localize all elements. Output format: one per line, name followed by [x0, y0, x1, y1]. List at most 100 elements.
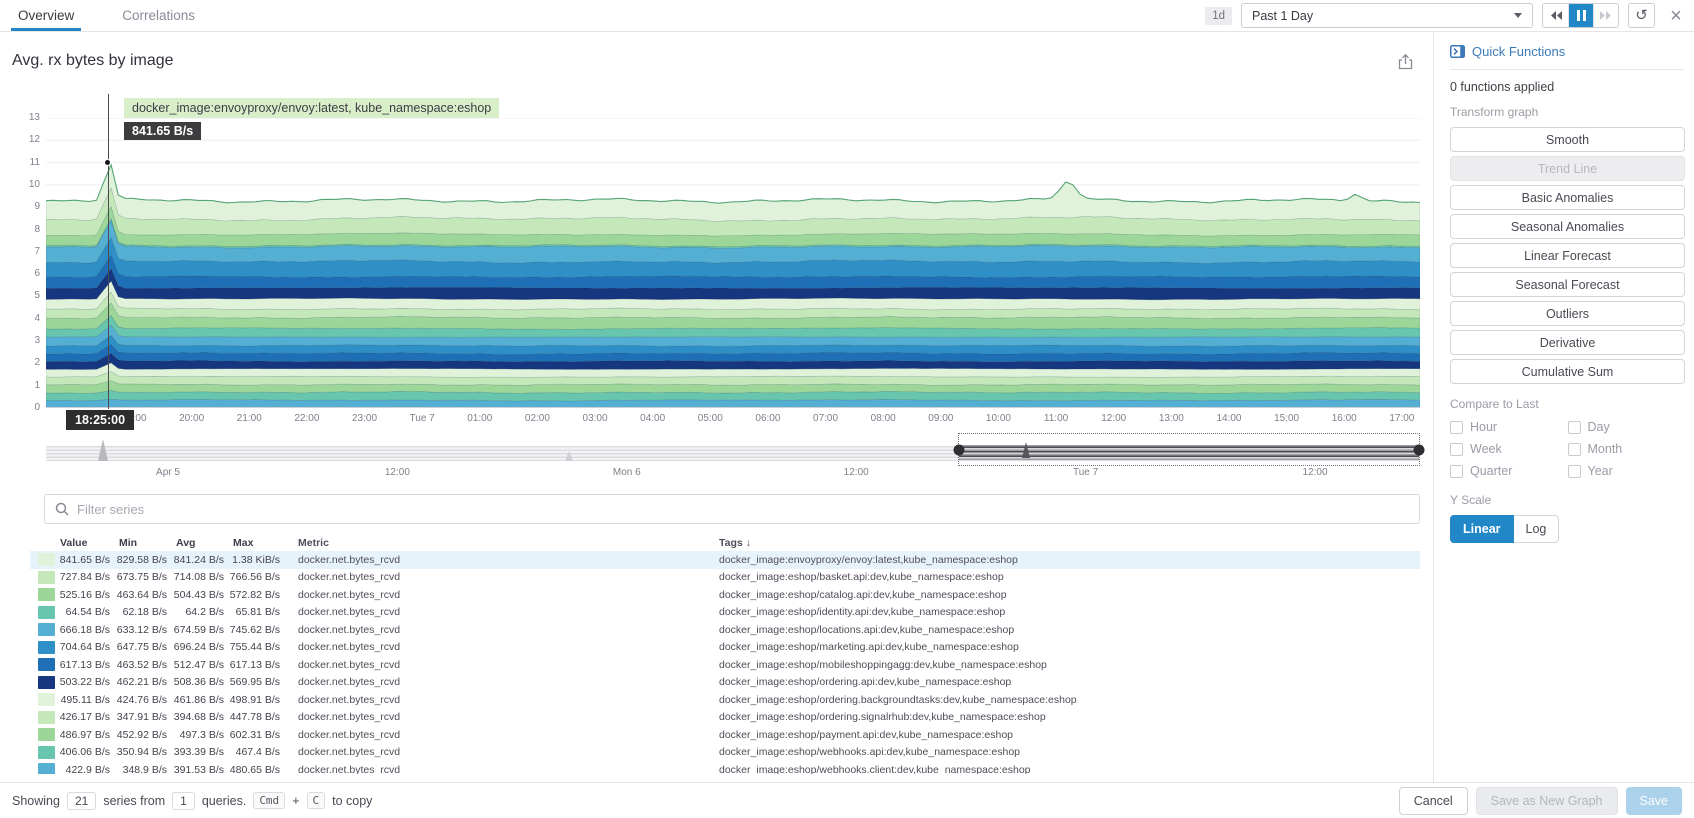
series-color-cell — [30, 588, 58, 602]
series-color-cell — [30, 763, 58, 774]
function-button-outliers[interactable]: Outliers — [1450, 301, 1685, 326]
cell-tags: docker_image:eshop/webhooks.api:dev,kube… — [719, 746, 1021, 759]
cell-min: 462.21 B/s — [116, 676, 167, 689]
y-axis-tick: 6 — [34, 268, 40, 280]
filter-series-box[interactable] — [44, 494, 1420, 524]
quick-functions-header[interactable]: Quick Functions — [1450, 44, 1684, 59]
cell-metric: docker.net.bytes_rcvd — [298, 676, 401, 689]
compare-checkbox-quarter[interactable]: Quarter — [1450, 464, 1568, 478]
cell-value: 704.64 B/s — [59, 641, 110, 654]
table-row[interactable]: 666.18 B/s 633.12 B/s 674.59 B/s 745.62 B/s… — [30, 621, 1420, 639]
y-axis-tick: 13 — [28, 112, 40, 123]
function-button-cumulative-sum[interactable]: Cumulative Sum — [1450, 359, 1685, 384]
stacked-area-chart[interactable] — [45, 117, 1421, 409]
column-header-min[interactable]: Min — [110, 537, 167, 549]
column-header-metric[interactable]: Metric — [280, 537, 719, 549]
brush-handle-right[interactable] — [1413, 444, 1425, 455]
cell-max: 617.13 B/s — [229, 658, 280, 671]
cancel-button[interactable]: Cancel — [1398, 786, 1468, 815]
sort-desc-icon: ↓ — [745, 536, 751, 549]
compare-checkbox-year[interactable]: Year — [1567, 464, 1686, 478]
compare-checkbox-week[interactable]: Week — [1450, 442, 1568, 456]
save-button[interactable]: Save — [1625, 786, 1682, 815]
y-axis-tick: 4 — [34, 312, 40, 324]
step-backward-button[interactable] — [1543, 4, 1568, 27]
crosshair-line — [108, 94, 109, 409]
compare-checkbox-day[interactable]: Day — [1567, 420, 1686, 434]
filter-series-input[interactable] — [77, 501, 1409, 517]
cell-max: 467.4 B/s — [235, 746, 280, 759]
y-scale-log-button[interactable]: Log — [1513, 515, 1560, 543]
function-button-basic-anomalies[interactable]: Basic Anomalies — [1450, 185, 1685, 210]
function-button-smooth[interactable]: Smooth — [1450, 127, 1685, 152]
column-header-tags[interactable]: Tags ↓ — [719, 537, 1420, 549]
column-header-value[interactable]: Value — [58, 537, 110, 549]
refresh-button[interactable]: ↺ — [1628, 3, 1655, 28]
table-row[interactable]: 406.06 B/s 350.94 B/s 393.39 B/s 467.4 B/s d… — [30, 744, 1420, 762]
hover-point — [104, 159, 111, 166]
x-axis-tick: 03:00 — [582, 413, 608, 424]
footer-actions: Cancel Save as New Graph Save — [1398, 786, 1682, 815]
step-forward-button[interactable] — [1593, 4, 1618, 27]
caret-down-icon — [1514, 13, 1522, 18]
table-row[interactable]: 841.65 B/s 829.58 B/s 841.24 B/s 1.38 KiB/s… — [30, 551, 1420, 569]
cell-metric: docker.net.bytes_rcvd — [298, 728, 401, 741]
save-as-new-graph-button[interactable]: Save as New Graph — [1475, 786, 1618, 815]
cell-metric: docker.net.bytes_rcvd — [298, 658, 401, 671]
pause-button[interactable] — [1568, 4, 1593, 27]
cell-tags: docker_image:eshop/webhooks.client:dev,k… — [719, 763, 1031, 774]
compare-checkbox-hour[interactable]: Hour — [1450, 420, 1568, 434]
y-scale-label: Y Scale — [1450, 493, 1492, 507]
cell-value: 422.9 B/s — [65, 763, 110, 774]
x-axis-tick: 20:00 — [179, 413, 205, 424]
minimap-brush[interactable] — [953, 433, 1425, 466]
table-row[interactable]: 486.97 B/s 452.92 B/s 497.3 B/s 602.31 B/s d… — [30, 726, 1420, 744]
time-range-select[interactable]: Past 1 Day — [1241, 3, 1533, 28]
x-axis-tick: 07:00 — [813, 413, 839, 424]
cell-avg: 64.2 B/s — [185, 606, 224, 619]
function-button-trend-line[interactable]: Trend Line — [1450, 156, 1685, 181]
cell-metric: docker.net.bytes_rcvd — [298, 571, 401, 584]
table-row[interactable]: 704.64 B/s 647.75 B/s 696.24 B/s 755.44 B/s… — [30, 639, 1420, 657]
time-span-badge: 1d — [1205, 6, 1232, 25]
table-row[interactable]: 525.16 B/s 463.64 B/s 504.43 B/s 572.82 B/s… — [30, 586, 1420, 604]
timeline-minimap[interactable] — [46, 433, 1425, 466]
table-row[interactable]: 426.17 B/s 347.91 B/s 394.68 B/s 447.78 B/s… — [30, 709, 1420, 727]
tab-overview[interactable]: Overview — [10, 0, 82, 31]
function-button-linear-forecast[interactable]: Linear Forecast — [1450, 243, 1685, 268]
table-row[interactable]: 617.13 B/s 463.52 B/s 512.47 B/s 617.13 B/s… — [30, 656, 1420, 674]
compare-option-label: Month — [1587, 442, 1623, 456]
cell-metric: docker.net.bytes_rcvd — [298, 711, 401, 724]
compare-option-label: Day — [1587, 420, 1610, 434]
y-axis-tick: 5 — [34, 290, 40, 302]
function-button-derivative[interactable]: Derivative — [1450, 330, 1685, 355]
cell-tags: docker_image:eshop/ordering.signalrhub:d… — [719, 711, 1046, 724]
function-button-seasonal-anomalies[interactable]: Seasonal Anomalies — [1450, 214, 1685, 239]
compare-checkbox-month[interactable]: Month — [1567, 442, 1686, 456]
cell-min: 633.12 B/s — [116, 623, 167, 636]
table-row[interactable]: 64.54 B/s 62.18 B/s 64.2 B/s 65.81 B/s docke… — [30, 604, 1420, 622]
compare-option-label: Year — [1587, 464, 1613, 478]
table-row[interactable]: 503.22 B/s 462.21 B/s 508.36 B/s 569.95 B/s… — [30, 674, 1420, 692]
checkbox-icon — [1450, 464, 1463, 478]
table-row[interactable]: 727.84 B/s 673.75 B/s 714.08 B/s 766.56 B/s… — [30, 569, 1420, 587]
cell-value: 486.97 B/s — [59, 728, 110, 741]
cell-tags: docker_image:eshop/marketing.api:dev,kub… — [719, 641, 1019, 654]
cell-value: 426.17 B/s — [59, 711, 110, 724]
column-header-max[interactable]: Max — [224, 537, 280, 549]
close-icon[interactable]: × — [1664, 6, 1688, 26]
export-icon[interactable] — [1398, 53, 1413, 73]
table-row[interactable]: 422.9 B/s 348.9 B/s 391.53 B/s 480.65 B/s do… — [30, 761, 1420, 774]
series-color-cell — [30, 745, 58, 759]
cell-tags: docker_image:envoyproxy/envoy:latest,kub… — [719, 553, 1018, 566]
cell-min: 424.76 B/s — [116, 693, 167, 706]
function-button-seasonal-forecast[interactable]: Seasonal Forecast — [1450, 272, 1685, 297]
column-header-avg[interactable]: Avg — [167, 537, 224, 549]
transform-graph-label: Transform graph — [1450, 105, 1539, 119]
tab-correlations[interactable]: Correlations — [122, 0, 195, 31]
series-color-cell — [30, 605, 58, 619]
brush-handle-left[interactable] — [953, 444, 965, 455]
y-scale-linear-button[interactable]: Linear — [1450, 515, 1514, 543]
series-color-cell — [30, 570, 58, 584]
table-row[interactable]: 495.11 B/s 424.76 B/s 461.86 B/s 498.91 B/s… — [30, 691, 1420, 709]
